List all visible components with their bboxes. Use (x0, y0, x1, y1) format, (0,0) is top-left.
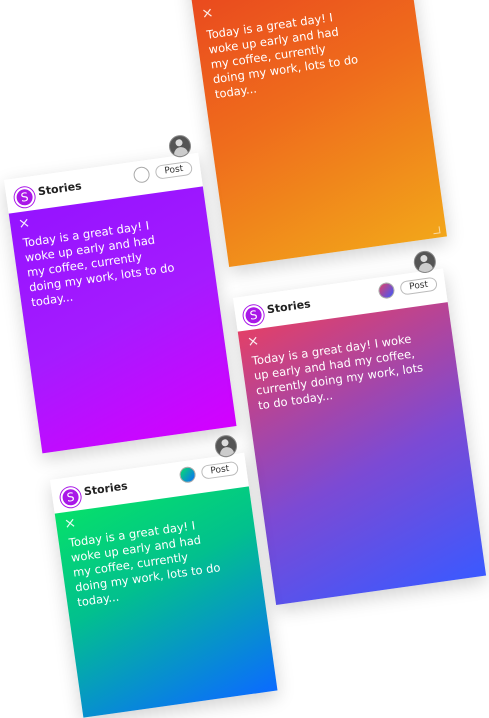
post-button[interactable]: Post (399, 276, 438, 296)
avatar[interactable] (412, 249, 438, 275)
post-button[interactable]: Post (154, 160, 194, 180)
story-card-orange: × Today is a great day! I woke up early … (186, 0, 448, 267)
story-text[interactable]: Today is a great day! I woke up early an… (251, 330, 428, 413)
story-card-pinkblue: S Stories Post × Today is a great day! I… (233, 249, 487, 605)
avatar[interactable] (167, 133, 193, 159)
story-text[interactable]: Today is a great day! I woke up early an… (22, 215, 181, 310)
resize-handle-icon[interactable] (432, 226, 441, 235)
close-icon[interactable]: × (17, 215, 31, 232)
story-content[interactable]: × Today is a great day! I woke up early … (186, 0, 448, 267)
story-text[interactable]: Today is a great day! I woke up early an… (206, 7, 365, 102)
app-title: Stories (37, 179, 83, 199)
color-picker[interactable] (132, 165, 151, 184)
app-title: Stories (83, 479, 129, 499)
color-picker[interactable] (178, 465, 197, 484)
story-content[interactable]: Post × Today is a great day! I woke up e… (237, 276, 487, 605)
story-content[interactable]: Post × Today is a great day! I woke up e… (54, 460, 278, 718)
post-button[interactable]: Post (200, 460, 240, 480)
close-icon[interactable]: × (63, 515, 77, 532)
story-text[interactable]: Today is a great day! I woke up early an… (68, 515, 227, 610)
app-logo-icon: S (59, 486, 82, 509)
close-icon[interactable]: × (201, 5, 215, 22)
story-card-greenblue: S Stories Post × Today is a great day! I… (50, 433, 278, 718)
app-logo-icon: S (242, 304, 265, 327)
color-picker[interactable] (377, 281, 396, 300)
story-content[interactable]: Post × Today is a great day! I woke up e… (8, 160, 237, 454)
avatar[interactable] (213, 433, 239, 459)
app-title: Stories (266, 297, 312, 317)
close-icon[interactable]: × (246, 333, 260, 350)
app-logo-icon: S (13, 186, 36, 209)
story-card-purple: S Stories Post × Today is a great day! I… (4, 133, 237, 454)
